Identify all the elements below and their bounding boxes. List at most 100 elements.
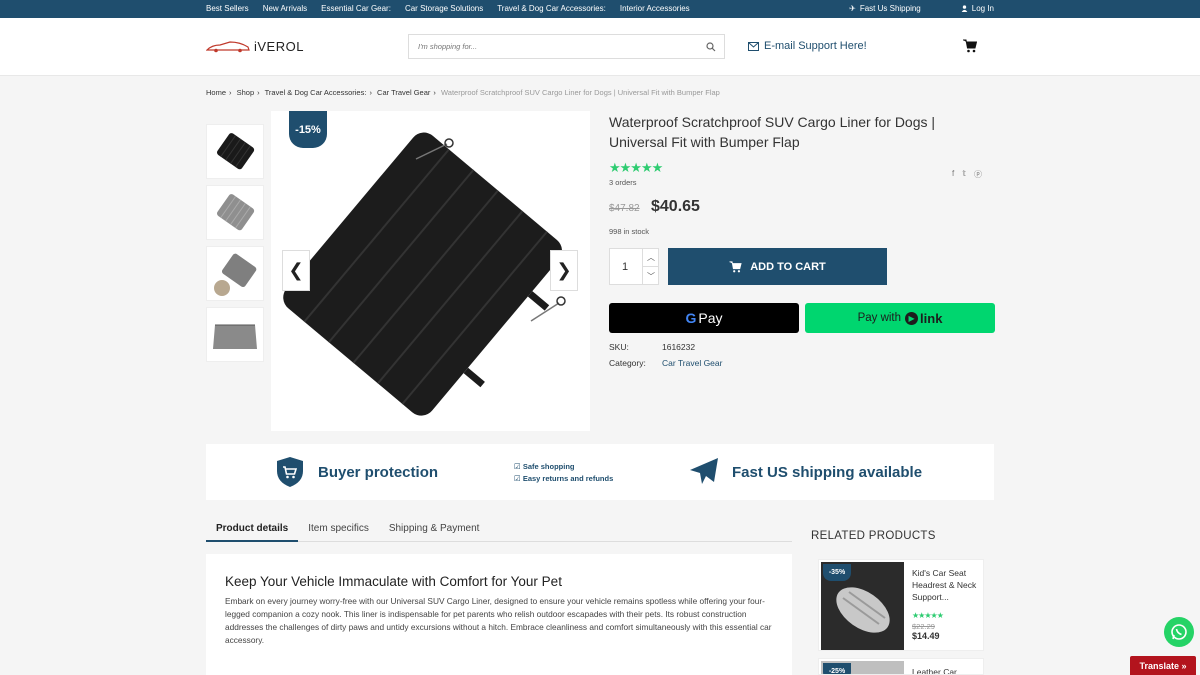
chevron-right-icon: ❯ — [556, 260, 572, 280]
category-row: Category: Car Travel Gear — [609, 358, 722, 368]
discount-badge: -15% — [289, 111, 327, 148]
top-nav-essential-car-gear[interactable]: Essential Car Gear: — [321, 4, 391, 13]
stock-status: 998 in stock — [609, 227, 650, 236]
thumbnail-1[interactable] — [206, 124, 264, 179]
breadcrumb-separator: › — [433, 88, 436, 97]
cargo-liner-thumbnail — [214, 253, 257, 296]
related-product-name[interactable]: Kid's Car Seat Headrest & Neck Support..… — [912, 567, 978, 603]
category-link[interactable]: Car Travel Gear — [662, 358, 722, 368]
thumbnail-4[interactable] — [206, 307, 264, 362]
related-original-price: $22.29 — [912, 622, 935, 631]
tab-item-specifics[interactable]: Item specifics — [298, 520, 379, 542]
related-product-card[interactable]: -25% Leather Car — [818, 658, 984, 675]
safe-shopping-label: Safe shopping — [522, 462, 575, 471]
thumbnail-2[interactable] — [206, 185, 264, 240]
envelope-icon — [748, 41, 759, 51]
easy-returns-item: ☑ Easy returns and refunds — [514, 473, 613, 485]
quantity-increase-button[interactable]: ︿ — [642, 249, 659, 267]
cargo-liner-thumbnail — [217, 132, 255, 169]
breadcrumb-home[interactable]: Home — [206, 88, 226, 97]
login-link[interactable]: Log In — [961, 4, 994, 13]
chevron-left-icon: ❮ — [288, 260, 304, 280]
fast-shipping-label: Fast Us Shipping — [859, 4, 921, 13]
link-pay-button[interactable]: Pay with ▶ link — [805, 303, 995, 333]
category-label: Category: — [609, 358, 646, 368]
thumbnail-3[interactable] — [206, 246, 264, 301]
google-pay-button[interactable]: G Pay — [609, 303, 799, 333]
translate-button[interactable]: Translate » — [1130, 656, 1196, 675]
link-logo-text: link — [920, 310, 943, 326]
search-icon[interactable] — [706, 42, 716, 52]
buyer-protection: Buyer protection — [276, 456, 438, 488]
cart-icon[interactable] — [963, 39, 977, 53]
related-product-name[interactable]: Leather Car — [912, 666, 978, 674]
orders-count: 3 orders — [609, 178, 637, 187]
top-nav-interior[interactable]: Interior Accessories — [620, 4, 690, 13]
email-support-link[interactable]: E-mail Support Here! — [748, 40, 867, 52]
details-body: Embark on every journey worry-free with … — [225, 596, 772, 645]
easy-returns-label: Easy returns and refunds — [522, 474, 614, 483]
details-heading: Keep Your Vehicle Immaculate with Comfor… — [225, 574, 562, 589]
twitter-icon[interactable]: 𝕥 — [962, 169, 966, 180]
top-nav-new-arrivals[interactable]: New Arrivals — [263, 4, 307, 13]
breadcrumb-separator: › — [369, 88, 372, 97]
logo[interactable]: iVEROL — [206, 39, 304, 54]
fast-shipping-label: Fast US shipping available — [732, 463, 923, 481]
cargo-liner-thumbnail — [213, 324, 257, 349]
top-nav-car-storage[interactable]: Car Storage Solutions — [405, 4, 483, 13]
google-g-icon: G — [685, 310, 697, 326]
original-price: $47.82 — [609, 203, 640, 214]
related-discount-badge: -35% — [823, 564, 851, 581]
email-support-label: E-mail Support Here! — [764, 40, 867, 52]
sku-value: 1616232 — [662, 342, 696, 352]
chevron-down-icon: ﹀ — [647, 271, 655, 281]
airplane-icon — [690, 458, 718, 484]
chevron-up-icon: ︿ — [647, 253, 655, 262]
car-logo-icon — [206, 40, 250, 52]
tab-shipping-payment[interactable]: Shipping & Payment — [379, 520, 490, 542]
related-product-card[interactable]: -35% Kid's Car Seat Headrest & Neck Supp… — [818, 559, 984, 651]
top-nav-best-sellers[interactable]: Best Sellers — [206, 4, 249, 13]
top-nav: Best Sellers New Arrivals Essential Car … — [206, 4, 704, 13]
link-logo: ▶ link — [905, 311, 942, 326]
quantity-input[interactable]: 1 — [622, 261, 628, 273]
check-icon: ☑ — [514, 462, 523, 471]
facebook-icon[interactable]: f — [952, 169, 954, 180]
breadcrumb-travel[interactable]: Travel & Dog Car Accessories: — [265, 88, 367, 97]
tab-product-details[interactable]: Product details — [206, 520, 299, 542]
top-nav-travel-dog[interactable]: Travel & Dog Car Accessories: — [497, 4, 606, 13]
fast-shipping-link[interactable]: ✈ Fast Us Shipping — [849, 4, 921, 13]
add-to-cart-button[interactable]: ADD TO CART — [668, 248, 887, 285]
top-bar: Best Sellers New Arrivals Essential Car … — [0, 0, 1200, 18]
safe-shopping-item: ☑ Safe shopping — [514, 461, 613, 473]
user-icon — [961, 5, 968, 12]
quantity-stepper: 1 ︿ ﹀ — [609, 248, 659, 285]
protection-checklist: ☑ Safe shopping ☑ Easy returns and refun… — [514, 461, 613, 485]
breadcrumb: Home › Shop › Travel & Dog Car Accessories… — [206, 88, 720, 97]
add-to-cart-label: ADD TO CART — [750, 260, 826, 273]
prev-image-button[interactable]: ❮ — [282, 250, 310, 291]
search-input[interactable] — [409, 35, 689, 58]
buyer-protection-label: Buyer protection — [318, 463, 439, 481]
product-details-panel: Keep Your Vehicle Immaculate with Comfor… — [206, 554, 792, 675]
google-pay-label: Pay — [698, 310, 723, 326]
cart-icon — [729, 260, 742, 272]
site-header: iVEROL E-mail Support Here! — [0, 18, 1200, 76]
related-products-title: RELATED PRODUCTS — [811, 530, 936, 542]
pinterest-icon[interactable]: ⓟ — [974, 169, 982, 180]
arrow-right-icon: ▶ — [905, 311, 919, 325]
cargo-liner-thumbnail — [217, 193, 255, 230]
shield-cart-icon — [277, 457, 303, 487]
main-product-image[interactable] — [271, 111, 590, 431]
check-icon: ☑ — [514, 474, 523, 483]
share-links: f 𝕥 ⓟ — [952, 169, 982, 180]
sku-row: SKU: 1616232 — [609, 342, 695, 352]
product-tabs: Product details Item specifics Shipping … — [206, 520, 792, 542]
buyer-protection-banner: Buyer protection ☑ Safe shopping ☑ Easy … — [206, 444, 994, 500]
quantity-decrease-button[interactable]: ﹀ — [642, 267, 659, 285]
rating-stars[interactable]: ★★★★★ — [609, 160, 663, 176]
next-image-button[interactable]: ❯ — [550, 250, 578, 291]
breadcrumb-car-travel-gear[interactable]: Car Travel Gear — [377, 88, 430, 97]
whatsapp-chat-button[interactable] — [1164, 617, 1194, 647]
breadcrumb-shop[interactable]: Shop — [237, 88, 255, 97]
